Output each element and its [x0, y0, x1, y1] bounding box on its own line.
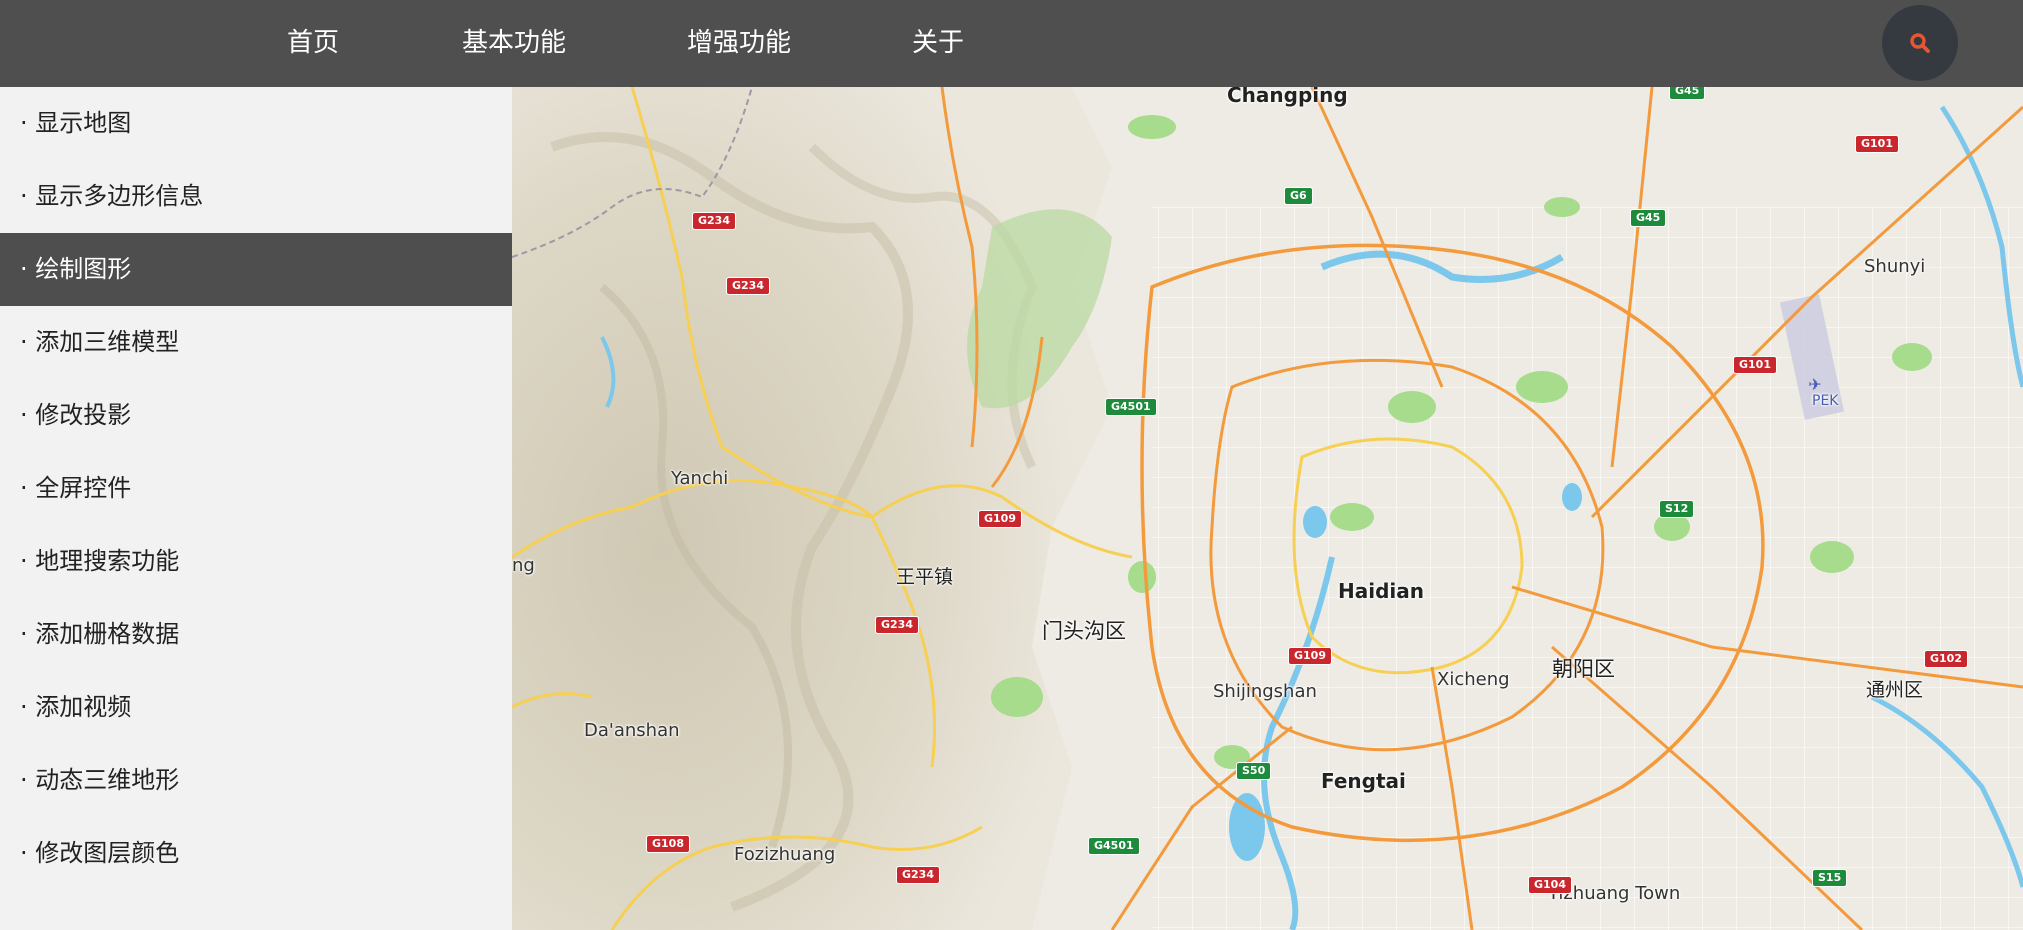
sidebar-item-draw-shapes[interactable]: · 绘制图形 [0, 233, 512, 306]
sidebar-item-label: · 添加三维模型 [20, 328, 180, 356]
sidebar-item-add-3d-model[interactable]: · 添加三维模型 [0, 306, 512, 379]
road-shield: S12 [1659, 500, 1695, 518]
sidebar-item-fullscreen-control[interactable]: · 全屏控件 [0, 452, 512, 525]
sidebar-item-label: · 绘制图形 [20, 255, 132, 283]
map-canvas[interactable]: ✈ [512, 87, 2023, 930]
road-shield: G234 [896, 866, 940, 884]
place-label: 王平镇 [896, 566, 954, 588]
nav-about[interactable]: 关于 [912, 0, 964, 87]
place-label: 通州区 [1866, 679, 1924, 701]
road-shield: G104 [1528, 876, 1572, 894]
sidebar-item-label: · 全屏控件 [20, 474, 132, 502]
sidebar-item-label: · 动态三维地形 [20, 766, 180, 794]
place-label: ng [512, 555, 535, 576]
sidebar-item-label: · 显示多边形信息 [20, 182, 204, 210]
sidebar-item-change-projection[interactable]: · 修改投影 [0, 379, 512, 452]
road-shield: G101 [1855, 135, 1899, 153]
sidebar-item-change-layer-color[interactable]: · 修改图层颜色 [0, 817, 512, 890]
sidebar-item-label: · 修改图层颜色 [20, 839, 180, 867]
sidebar-item-geo-search[interactable]: · 地理搜索功能 [0, 525, 512, 598]
sidebar-item-label: · 显示地图 [20, 109, 132, 137]
place-label: 门头沟区 [1042, 619, 1126, 643]
airport-label: PEK [1812, 393, 1839, 409]
sidebar-menu: · 显示地图 · 显示多边形信息 · 绘制图形 · 添加三维模型 · 修改投影 … [0, 87, 512, 930]
sidebar-item-add-raster-data[interactable]: · 添加栅格数据 [0, 598, 512, 671]
map-view[interactable]: ✈ Changping Shunyi PEK Yanchi 王平镇 门头沟区 H… [512, 87, 2023, 930]
sidebar-item-add-video[interactable]: · 添加视频 [0, 671, 512, 744]
road-shield: G109 [978, 510, 1022, 528]
top-navbar: 首页 基本功能 增强功能 关于 [0, 0, 2023, 87]
road-shield: G102 [1924, 650, 1968, 668]
road-shield: G234 [726, 277, 770, 295]
place-label: Xicheng [1437, 669, 1510, 690]
search-icon [1910, 33, 1930, 53]
place-label: Changping [1227, 87, 1348, 107]
sidebar-item-label: · 添加栅格数据 [20, 620, 180, 648]
place-label: Yanchi [671, 468, 729, 489]
sidebar-item-label: · 地理搜索功能 [20, 547, 180, 575]
road-shield: S15 [1812, 869, 1848, 887]
nav-basic-functions[interactable]: 基本功能 [462, 0, 566, 87]
sidebar-item-show-map[interactable]: · 显示地图 [0, 87, 512, 160]
road-shield: G4501 [1105, 398, 1157, 416]
sidebar-item-dynamic-3d-terrain[interactable]: · 动态三维地形 [0, 744, 512, 817]
sidebar-item-show-polygon-info[interactable]: · 显示多边形信息 [0, 160, 512, 233]
road-shield: G45 [1669, 87, 1706, 100]
search-button[interactable] [1882, 5, 1958, 81]
place-label: 朝阳区 [1552, 657, 1615, 681]
place-label: Haidian [1338, 579, 1424, 603]
road-shield: G109 [1288, 647, 1332, 665]
place-label: Fengtai [1321, 769, 1406, 793]
road-shield: G6 [1284, 187, 1313, 205]
road-shield: G45 [1630, 209, 1667, 227]
road-shield: G101 [1733, 356, 1777, 374]
place-label: Shunyi [1864, 256, 1926, 277]
road-shield: S50 [1236, 762, 1272, 780]
place-label: Shijingshan [1213, 681, 1317, 702]
svg-text:✈: ✈ [1808, 375, 1821, 394]
place-label: Da'anshan [584, 720, 680, 741]
nav-enhanced-functions[interactable]: 增强功能 [687, 0, 791, 87]
sidebar-item-label: · 添加视频 [20, 693, 132, 721]
sidebar-item-label: · 修改投影 [20, 401, 132, 429]
road-shield: G234 [692, 212, 736, 230]
place-label: Fozizhuang [734, 844, 836, 865]
road-shield: G234 [875, 616, 919, 634]
road-shield: G108 [646, 835, 690, 853]
road-shield: G4501 [1088, 837, 1140, 855]
nav-home[interactable]: 首页 [287, 0, 339, 87]
